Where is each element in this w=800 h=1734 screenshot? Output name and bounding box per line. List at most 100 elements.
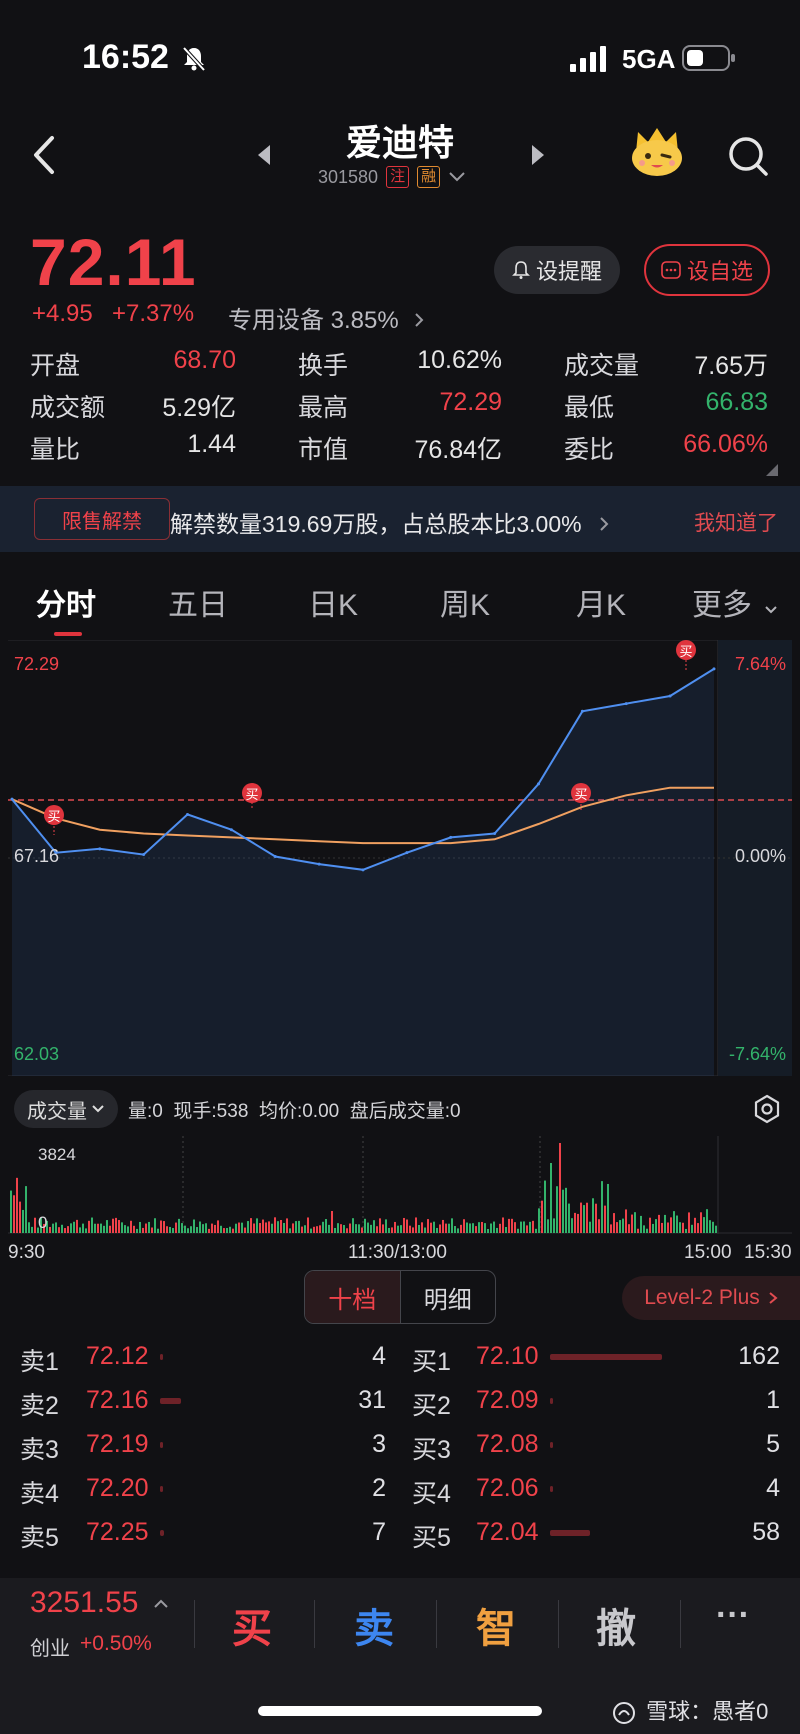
ask-level-label: 卖3	[20, 1436, 59, 1464]
sector-link[interactable]: 专用设备 3.85%	[228, 300, 425, 335]
volume-bar	[460, 1224, 462, 1233]
prev-stock-icon[interactable]	[256, 144, 272, 166]
tab-five-day[interactable]: 五日	[168, 580, 228, 624]
set-alert-button[interactable]: 设提醒	[494, 246, 620, 294]
volume-bar	[712, 1221, 714, 1233]
buy-button[interactable]: 买	[232, 1596, 272, 1654]
expand-corner-icon[interactable]	[766, 464, 778, 476]
ask-volume: 2	[372, 1474, 386, 1502]
set-alert-label: 设提醒	[535, 259, 602, 284]
volume-bar	[586, 1202, 588, 1233]
stock-code: 301580	[318, 166, 379, 187]
volume-bar	[148, 1221, 150, 1233]
chevron-down-icon[interactable]	[448, 171, 466, 183]
ask-volume-bar	[160, 1354, 163, 1360]
tab-intraday[interactable]: 分时	[36, 580, 96, 624]
volume-bar	[82, 1223, 84, 1233]
home-indicator[interactable]	[258, 1706, 542, 1716]
volume-bar	[457, 1228, 459, 1233]
volume-bar	[313, 1226, 315, 1233]
registration-tag: 注	[386, 166, 410, 188]
volume-bar	[274, 1217, 276, 1233]
next-stock-icon[interactable]	[530, 144, 546, 166]
tab-daily-k[interactable]: 日K	[308, 580, 358, 624]
volume-bar	[700, 1212, 702, 1233]
volume-bar	[658, 1214, 660, 1233]
volume-bar	[61, 1224, 63, 1233]
volume-bar	[517, 1228, 519, 1233]
index-change: +0.50%	[80, 1632, 152, 1655]
volume-zero-label: 0	[38, 1213, 47, 1232]
intraday-chart[interactable]: 72.29 67.16 62.03 7.64% 0.00% -7.64% 买 买…	[8, 640, 792, 1076]
bid-price: 72.06	[476, 1474, 539, 1502]
banner-dismiss-button[interactable]: 我知道了	[694, 507, 778, 537]
level2-label: Level-2 Plus	[644, 1286, 760, 1309]
stat-label: 成交额	[30, 394, 106, 422]
tab-ten-levels[interactable]: 十档	[305, 1271, 401, 1323]
divider	[194, 1600, 195, 1648]
price-change-percent: +7.37%	[112, 300, 195, 327]
volume-bar	[334, 1227, 336, 1233]
volume-bar	[577, 1213, 579, 1233]
volume-bar	[487, 1228, 489, 1233]
settings-icon[interactable]	[752, 1094, 782, 1124]
volume-bar	[598, 1219, 600, 1233]
tab-monthly-k[interactable]: 月K	[576, 580, 626, 624]
volume-bar	[529, 1221, 531, 1233]
stat-value: 1.44	[187, 430, 236, 458]
ask-volume-bar	[160, 1530, 165, 1536]
stat-label: 量比	[30, 436, 81, 464]
volume-bar	[412, 1227, 414, 1233]
index-value[interactable]: 3251.55	[30, 1586, 169, 1620]
volume-bar	[409, 1225, 411, 1233]
volume-bar	[67, 1226, 69, 1233]
volume-selector[interactable]: 成交量	[14, 1090, 118, 1128]
volume-bar	[511, 1218, 513, 1233]
smart-button[interactable]: 智	[476, 1596, 516, 1654]
banner-text[interactable]: 解禁数量319.69万股，占总股本比3.00%	[170, 505, 610, 539]
volume-bar	[619, 1220, 621, 1233]
mascot-icon[interactable]	[628, 122, 686, 180]
volume-bar	[646, 1228, 648, 1233]
tab-details[interactable]: 明细	[401, 1271, 496, 1323]
volume-bar	[568, 1203, 570, 1233]
volume-bar	[79, 1227, 81, 1233]
bid-level-label: 买4	[412, 1480, 451, 1508]
volume-bar	[76, 1219, 78, 1233]
add-watchlist-button[interactable]: 设自选	[644, 244, 770, 296]
stat-label: 换手	[298, 352, 349, 380]
pct-axis-mid-label: 0.00%	[735, 846, 786, 866]
volume-bar	[418, 1224, 420, 1233]
volume-bar	[502, 1217, 504, 1233]
tab-more[interactable]: 更多	[692, 580, 778, 624]
bid-volume: 1	[766, 1386, 780, 1414]
back-arrow-icon[interactable]	[30, 132, 60, 178]
volume-bar	[556, 1186, 558, 1233]
stat-value: 10.62%	[417, 346, 502, 374]
volume-bar	[322, 1221, 324, 1233]
bid-price: 72.09	[476, 1386, 539, 1414]
more-actions-button[interactable]: ···	[716, 1596, 750, 1635]
buy-marker-label: 买	[574, 787, 587, 802]
ask-volume: 3	[372, 1430, 386, 1458]
tab-weekly-k[interactable]: 周K	[440, 580, 490, 624]
volume-bar	[481, 1221, 483, 1233]
sell-button[interactable]: 卖	[354, 1596, 394, 1654]
volume-bar	[676, 1215, 678, 1233]
volume-bar	[10, 1190, 12, 1233]
chevron-right-icon	[769, 1292, 778, 1304]
level2-plus-button[interactable]: Level-2 Plus	[622, 1276, 800, 1320]
time-axis-after: 15:30	[744, 1242, 792, 1263]
ask-volume-bar	[160, 1486, 163, 1492]
volume-bar	[202, 1224, 204, 1233]
volume-bar	[421, 1222, 423, 1233]
price-point	[361, 868, 365, 872]
volume-bar	[448, 1223, 450, 1233]
volume-bar	[142, 1227, 144, 1233]
volume-bar	[133, 1225, 135, 1233]
volume-bar	[469, 1223, 471, 1233]
volume-bar	[28, 1222, 30, 1233]
cancel-order-button[interactable]: 撤	[596, 1596, 636, 1654]
volume-bar	[694, 1217, 696, 1233]
search-icon[interactable]	[726, 134, 770, 178]
